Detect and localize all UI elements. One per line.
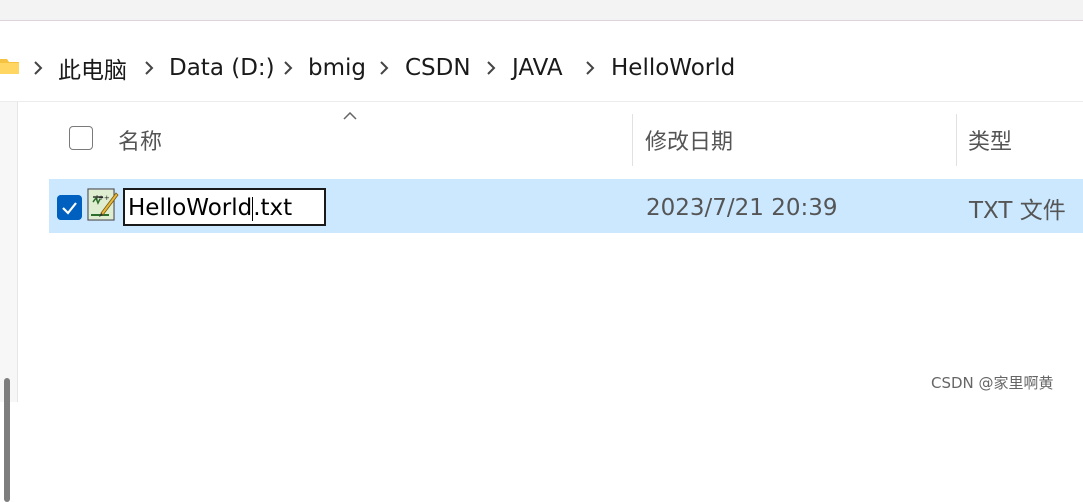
column-header-name[interactable]: 名称 — [118, 120, 162, 160]
breadcrumb-item-this-pc[interactable]: 此电脑 — [58, 48, 127, 88]
file-modified-cell: 2023/7/21 20:39 — [646, 188, 838, 228]
chevron-right-icon — [145, 61, 154, 75]
rename-selected-text: HelloWorld — [128, 195, 253, 221]
checkbox-icon[interactable] — [57, 195, 82, 220]
column-header-label: 修改日期 — [645, 130, 734, 155]
column-divider[interactable] — [956, 114, 957, 166]
rename-extension-text: .txt — [253, 195, 293, 221]
navigation-pane-scrollbar[interactable] — [4, 378, 10, 502]
file-type-cell: TXT 文件 — [969, 188, 1066, 228]
column-header-modified[interactable]: 修改日期 — [645, 120, 733, 160]
svg-text:I++: I++ — [96, 194, 110, 202]
column-header-label: 类型 — [968, 130, 1013, 155]
chevron-right-icon — [380, 61, 389, 75]
select-all-checkbox[interactable] — [69, 126, 93, 150]
chevron-right-icon — [487, 61, 496, 75]
breadcrumb-item-data-drive[interactable]: Data (D:) — [169, 48, 275, 88]
file-modified-text: 2023/7/21 20:39 — [646, 195, 838, 221]
watermark: CSDN @家里啊黄 — [931, 374, 1054, 392]
breadcrumb-item-java[interactable]: JAVA — [512, 48, 563, 88]
text-file-icon: I++ — [87, 188, 119, 221]
chevron-right-icon — [34, 61, 43, 75]
sort-up-icon — [343, 112, 357, 120]
chevron-right-icon — [586, 61, 595, 75]
file-type-text: TXT 文件 — [969, 198, 1066, 224]
breadcrumb-item-bmig[interactable]: bmig — [308, 48, 366, 88]
column-divider[interactable] — [632, 114, 633, 166]
window-top-strip — [0, 0, 1083, 20]
breadcrumb-label: JAVA — [512, 55, 563, 81]
breadcrumb-label: CSDN — [405, 55, 471, 81]
folder-icon — [0, 59, 19, 74]
rename-input[interactable]: HelloWorld.txt — [123, 188, 326, 226]
navigation-pane[interactable] — [0, 102, 18, 502]
column-header-type[interactable]: 类型 — [968, 120, 1012, 160]
breadcrumb-label: Data (D:) — [169, 55, 275, 81]
column-header-label: 名称 — [118, 130, 163, 155]
breadcrumb-label: bmig — [308, 55, 366, 81]
chevron-right-icon — [284, 61, 293, 75]
breadcrumb-item-csdn[interactable]: CSDN — [405, 48, 471, 88]
breadcrumb-label: HelloWorld — [611, 55, 736, 81]
breadcrumb-item-helloworld[interactable]: HelloWorld — [611, 48, 735, 88]
address-divider — [0, 101, 1083, 102]
breadcrumb-label: 此电脑 — [58, 58, 127, 84]
